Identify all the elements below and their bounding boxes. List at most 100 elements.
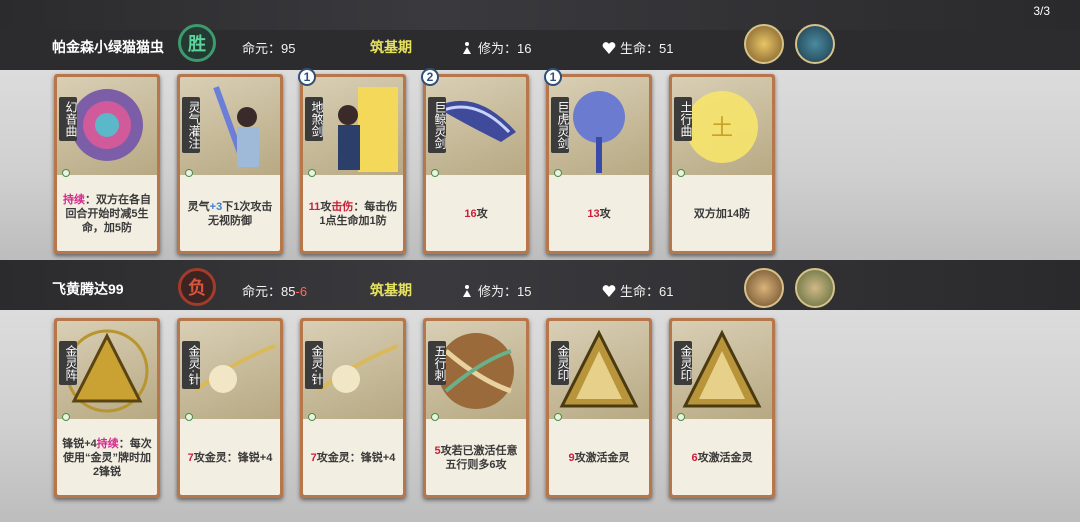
card-description: 持续：双方在各自回合开始时减5生命，加5防 [57, 177, 157, 251]
card-level-badge: 1 [544, 68, 562, 86]
card-title: 地煞剑 [305, 97, 324, 141]
card-face: 五行刺 5攻若已激活任意五行则多6攻 [426, 321, 526, 495]
top-strip [0, 0, 1080, 30]
card-description: 锋锐+4持续：每次使用“金灵”牌时加2锋锐 [57, 421, 157, 495]
card-text-segment: 攻 [316, 452, 328, 464]
card-description: 13攻 [549, 177, 649, 251]
player-2-realm: 筑基期 [370, 282, 412, 298]
card[interactable]: 地煞剑 11攻击伤：每击伤1点生命加1防 1 [298, 68, 406, 254]
card-text-segment: 攻 [599, 208, 611, 220]
card-text-segment: 13 [587, 208, 600, 220]
card-title: 巨虎灵剑 [551, 97, 570, 153]
pet-avatar-cat-icon[interactable] [744, 268, 784, 308]
pet-avatar-tiger-icon[interactable] [795, 268, 835, 308]
card[interactable]: 灵气灌注灵气+3下1次攻击无视防御 [177, 74, 283, 254]
card[interactable]: 金灵印 6攻激活金灵 [669, 318, 775, 498]
card-text-segment: 激活金灵 [585, 452, 630, 464]
card[interactable]: 金灵·针 7攻金灵：锋锐+4 [177, 318, 283, 498]
card-row-band-1 [0, 70, 1080, 260]
card-gem-icon [431, 413, 439, 421]
card-title: 五行刺 [428, 341, 447, 385]
card-title: 金灵·针 [182, 341, 201, 389]
card-title: 土行曲 [674, 97, 693, 141]
card-description: 16攻 [426, 177, 526, 251]
card[interactable]: 金灵印 9攻激活金灵 [546, 318, 652, 498]
card-text-segment: 持续 [96, 438, 119, 450]
player-1-name: 帕金森小绿猫猫虫 [52, 39, 164, 55]
card-text-segment: 激活金灵 [708, 452, 753, 464]
heart-icon [602, 285, 616, 297]
pet-avatar-spirit-icon[interactable] [795, 24, 835, 64]
card-title: 金灵阵 [59, 341, 78, 385]
lose-badge: 负 [178, 268, 216, 306]
player-1-cultivation: 修为：16 [460, 38, 531, 57]
card-title: 金灵印 [551, 341, 570, 385]
card-gem-icon [62, 413, 70, 421]
card-text-segment: 金灵：锋锐+4 [204, 452, 273, 464]
player-1-health: 生命：51 [602, 38, 673, 57]
card-description: 7攻金灵：锋锐+4 [180, 421, 280, 495]
player-1-realm: 筑基期 [370, 39, 412, 55]
card-text-segment: 11 [308, 201, 321, 213]
card-description: 双方加14防 [672, 177, 772, 251]
card[interactable]: 金灵·针 7攻金灵：锋锐+4 [300, 318, 406, 498]
card-text-segment: 攻 [697, 452, 709, 464]
card-text-segment: 灵气 [187, 201, 210, 213]
card-text-segment: 锋锐+4 [62, 438, 97, 450]
card-text-segment: 持续 [63, 194, 85, 206]
player-2-health: 生命：61 [602, 281, 673, 300]
player-2-life-origin: 命元：85-6 [242, 284, 308, 299]
card-gem-icon [185, 413, 193, 421]
card-gem-icon [308, 413, 316, 421]
player-2-name: 飞黄腾达99 [52, 281, 124, 297]
card-text-segment: 击伤 [331, 201, 354, 213]
round-counter: 3/3 [1033, 4, 1050, 18]
card-title: 金灵·针 [305, 341, 324, 389]
card-gem-icon [554, 169, 562, 177]
card-face: 幻音曲持续：双方在各自回合开始时减5生命，加5防 [57, 77, 157, 251]
card-text-segment: 攻 [440, 445, 452, 457]
header-band-2 [0, 260, 1080, 310]
card-level-badge: 1 [298, 68, 316, 86]
card-text-segment: 16 [464, 208, 477, 220]
card-face: 金灵印 9攻激活金灵 [549, 321, 649, 495]
card-text-segment: 双方加14防 [693, 208, 751, 220]
card[interactable]: 巨鲸灵剑 16攻 2 [421, 68, 529, 254]
card-face: 金灵·针 7攻金灵：锋锐+4 [180, 321, 280, 495]
card-face: 巨鲸灵剑 16攻 [426, 77, 526, 251]
heart-icon [602, 42, 616, 54]
card-text-segment: +3 [209, 201, 223, 213]
meditation-icon [463, 285, 471, 297]
card-description: 11攻击伤：每击伤1点生命加1防 [303, 177, 403, 251]
card[interactable]: 土土行曲双方加14防 [669, 74, 775, 254]
card[interactable]: 五行刺 5攻若已激活任意五行则多6攻 [423, 318, 529, 498]
card-text-segment: 攻 [476, 208, 488, 220]
card[interactable]: 巨虎灵剑 13攻 1 [544, 68, 652, 254]
card-row-band-2 [0, 310, 1080, 522]
card-title: 金灵印 [674, 341, 693, 385]
card-face: 金灵印 6攻激活金灵 [672, 321, 772, 495]
player-1-life-origin: 命元：95 [242, 41, 296, 56]
card-face: 土土行曲双方加14防 [672, 77, 772, 251]
card-description: 灵气+3下1次攻击无视防御 [180, 177, 280, 251]
card-text-segment: 金灵：锋锐+4 [327, 452, 396, 464]
card[interactable]: 幻音曲持续：双方在各自回合开始时减5生命，加5防 [54, 74, 160, 254]
card-face: 灵气灌注灵气+3下1次攻击无视防御 [180, 77, 280, 251]
pet-avatar-dragon-icon[interactable] [744, 24, 784, 64]
card[interactable]: 金灵阵锋锐+4持续：每次使用“金灵”牌时加2锋锐 [54, 318, 160, 498]
svg-text:土: 土 [711, 116, 733, 141]
card-face: 巨虎灵剑 13攻 [549, 77, 649, 251]
card-text-segment: 攻 [193, 452, 205, 464]
card-title: 幻音曲 [59, 97, 78, 141]
card-gem-icon [308, 169, 316, 177]
card-gem-icon [554, 413, 562, 421]
card-gem-icon [185, 169, 193, 177]
card-level-badge: 2 [421, 68, 439, 86]
card-description: 9攻激活金灵 [549, 421, 649, 495]
card-text-segment: 攻 [574, 452, 586, 464]
card-title: 巨鲸灵剑 [428, 97, 447, 153]
card-face: 金灵·针 7攻金灵：锋锐+4 [303, 321, 403, 495]
card-description: 6攻激活金灵 [672, 421, 772, 495]
card-gem-icon [62, 169, 70, 177]
card-title: 灵气灌注 [182, 97, 201, 153]
